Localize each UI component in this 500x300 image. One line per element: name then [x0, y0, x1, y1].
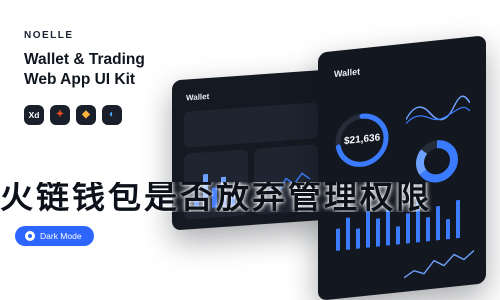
sketch-icon: ◆ [76, 105, 96, 125]
chart-bar [386, 209, 390, 246]
hero-title-line-1: Wallet & Trading [24, 51, 145, 68]
chart-bar [376, 218, 380, 247]
chart-bar [446, 218, 450, 240]
chart-bar [346, 217, 350, 250]
sparkline-chart [404, 249, 474, 279]
chart-bar [406, 213, 410, 244]
front-app-title: Wallet [334, 66, 361, 80]
figma-icon: ✦ [50, 105, 70, 125]
wave-chart [406, 95, 470, 124]
tool-icons-row: Xd ✦ ◆ ◐ [24, 105, 122, 125]
dark-mode-label: Dark Mode [40, 231, 82, 241]
article-title-banner: 火链钱包是否放弃管理权限 [0, 182, 432, 212]
back-app-title: Wallet [186, 91, 210, 103]
front-device-mockup: Wallet $21,636 [318, 35, 486, 300]
chart-bar [426, 217, 430, 242]
chart-bar [396, 226, 400, 245]
brand-name: NOELLE [24, 30, 74, 41]
back-summary-card [184, 102, 318, 148]
chart-bar [366, 207, 370, 248]
moon-icon [25, 231, 35, 241]
chart-bar [336, 228, 340, 251]
adobe-xd-icon: Xd [24, 105, 44, 125]
dark-mode-toggle[interactable]: Dark Mode [15, 226, 94, 246]
framer-icon: ◐ [102, 105, 122, 125]
donut-chart [416, 140, 458, 183]
chart-bar [356, 228, 360, 249]
